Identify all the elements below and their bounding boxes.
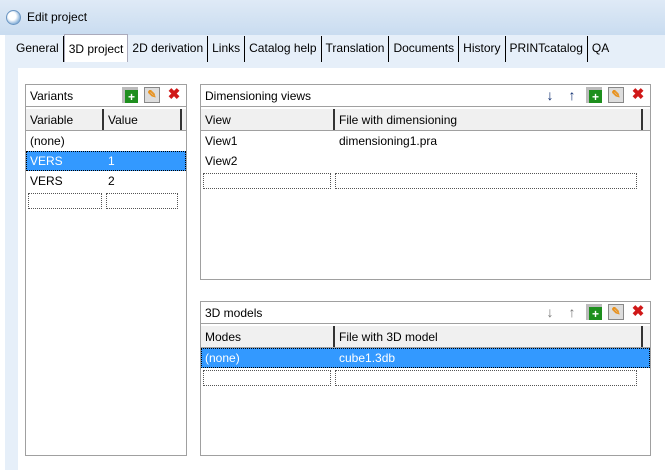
column-header-file[interactable]: File with dimensioning xyxy=(335,109,643,130)
cell xyxy=(335,151,339,171)
cell: 1 xyxy=(108,154,115,168)
column-header-3d-file[interactable]: File with 3D model xyxy=(335,326,643,347)
column-header-view[interactable]: View xyxy=(201,109,335,130)
cell: dimensioning1.pra xyxy=(339,134,438,148)
column-header-modes[interactable]: Modes xyxy=(201,326,335,347)
new-value-input[interactable] xyxy=(106,193,178,209)
table-row[interactable]: View2 xyxy=(201,151,650,171)
tab-links[interactable]: Links xyxy=(208,36,246,62)
cell: VERS xyxy=(30,174,63,188)
edit-icon[interactable]: ✎ xyxy=(608,87,624,103)
edit-icon[interactable]: ✎ xyxy=(144,87,160,103)
dimensioning-views-panel: Dimensioning views ↓ ↑ + ✎ ✖ View File w… xyxy=(200,84,651,280)
cell: VERS xyxy=(30,154,63,168)
tab-general[interactable]: General xyxy=(12,36,64,62)
tab-history[interactable]: History xyxy=(459,36,506,62)
variants-title: Variants xyxy=(30,89,74,103)
new-file-input[interactable] xyxy=(335,173,637,189)
models-title: 3D models xyxy=(205,306,263,320)
dimensioning-title: Dimensioning views xyxy=(205,89,312,103)
table-row[interactable]: (none) xyxy=(26,131,186,151)
3d-models-panel: 3D models ↓ ↑ + ✎ ✖ Modes File with 3D m… xyxy=(200,301,651,456)
delete-icon[interactable]: ✖ xyxy=(630,303,646,320)
column-header-variable[interactable]: Variable xyxy=(26,109,104,130)
cell: View2 xyxy=(205,154,238,168)
title-bar: Edit project xyxy=(0,0,665,35)
tab-bar: General 3D project 2D derivation Links C… xyxy=(12,34,613,62)
tab-2d-derivation[interactable]: 2D derivation xyxy=(128,36,209,62)
tab-documents[interactable]: Documents xyxy=(389,36,460,62)
tab-3d-project[interactable]: 3D project xyxy=(63,34,129,62)
delete-icon[interactable]: ✖ xyxy=(630,86,646,103)
delete-icon[interactable]: ✖ xyxy=(166,86,182,103)
app-icon xyxy=(6,10,21,25)
add-icon[interactable]: + xyxy=(122,87,138,104)
tab-translation[interactable]: Translation xyxy=(322,36,390,62)
move-up-icon[interactable]: ↑ xyxy=(564,87,580,103)
add-icon[interactable]: + xyxy=(586,304,602,321)
new-row[interactable] xyxy=(26,191,186,211)
cell: (none) xyxy=(30,134,65,148)
table-row[interactable]: View1 dimensioning1.pra xyxy=(201,131,650,151)
new-view-input[interactable] xyxy=(203,173,331,189)
cell xyxy=(104,131,108,151)
tab-catalog-help[interactable]: Catalog help xyxy=(245,36,322,62)
tab-qa[interactable]: QA xyxy=(588,36,613,62)
move-down-icon[interactable]: ↓ xyxy=(542,304,558,320)
new-row[interactable] xyxy=(201,368,650,388)
move-up-icon[interactable]: ↑ xyxy=(564,304,580,320)
column-header-value[interactable]: Value xyxy=(104,109,182,130)
add-icon[interactable]: + xyxy=(586,87,602,104)
table-row-selected[interactable]: (none) cube1.3db xyxy=(201,348,650,368)
move-down-icon[interactable]: ↓ xyxy=(542,87,558,103)
cell: cube1.3db xyxy=(339,351,396,365)
table-row-selected[interactable]: VERS 1 xyxy=(26,151,186,171)
new-row[interactable] xyxy=(201,171,650,191)
edit-icon[interactable]: ✎ xyxy=(608,304,624,320)
table-row[interactable]: VERS 2 xyxy=(26,171,186,191)
new-mode-input[interactable] xyxy=(203,370,331,386)
cell: (none) xyxy=(205,351,240,365)
new-model-file-input[interactable] xyxy=(335,370,637,386)
cell: 2 xyxy=(108,174,115,188)
cell: View1 xyxy=(205,134,238,148)
variants-panel: Variants + ✎ ✖ Variable Value (none) VER… xyxy=(25,84,187,456)
new-variable-input[interactable] xyxy=(28,193,102,209)
tab-printcatalog[interactable]: PRINTcatalog xyxy=(506,36,588,62)
window-title: Edit project xyxy=(27,10,88,24)
